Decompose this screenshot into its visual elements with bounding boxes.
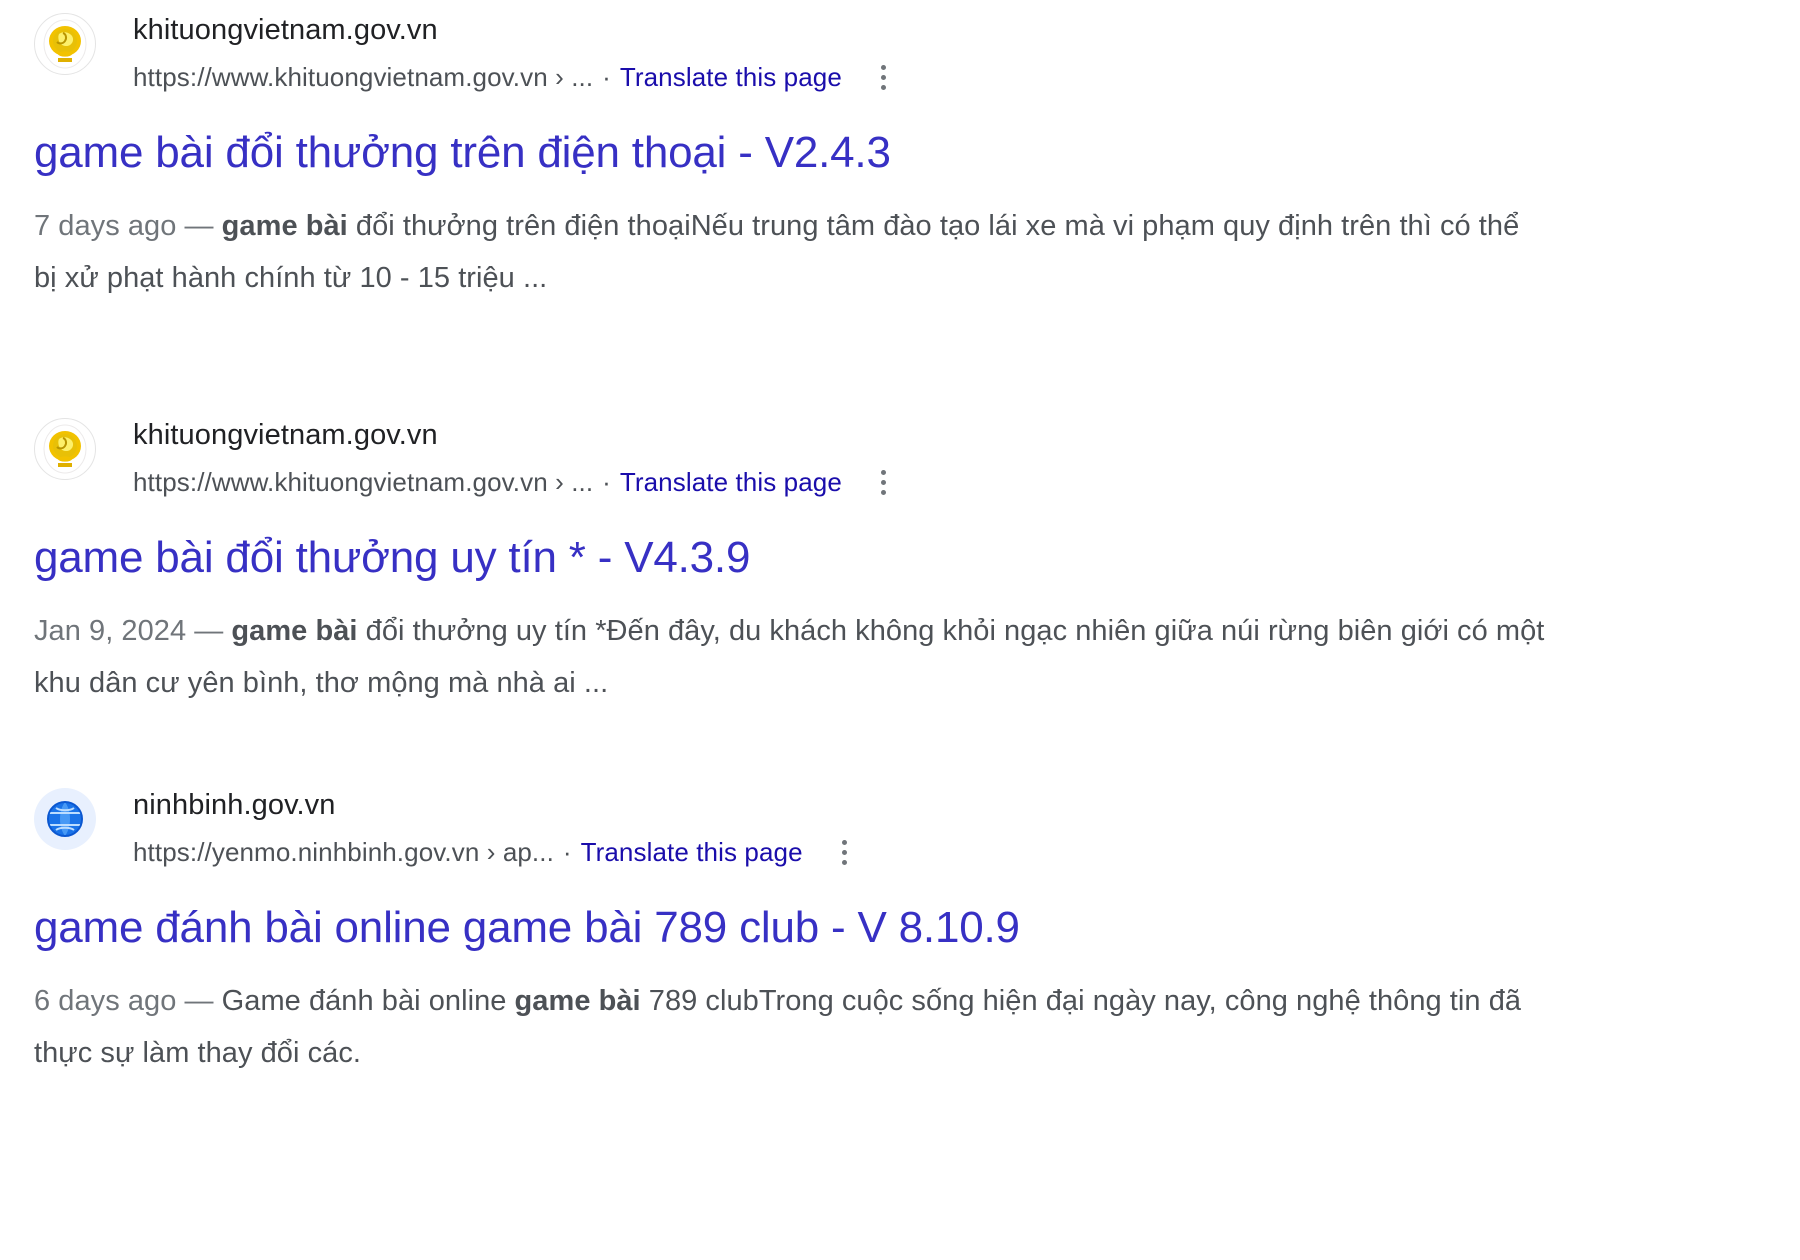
snippet-date: 7 days ago <box>34 210 177 242</box>
site-name: khituongvietnam.gov.vn <box>133 14 438 46</box>
search-result-item: khituongvietnam.gov.vn https://www.khitu… <box>0 10 1800 304</box>
snippet-date: Jan 9, 2024 <box>34 615 187 647</box>
site-name: khituongvietnam.gov.vn <box>133 419 438 451</box>
snippet-bold-term: game bài <box>221 210 348 242</box>
result-title-link[interactable]: game bài đổi thưởng uy tín * - V4.3.9 <box>0 529 1800 587</box>
result-url: https://www.khituongvietnam.gov.vn › ... <box>133 467 594 497</box>
snippet-bold-term: game bài <box>514 985 641 1017</box>
url-row: https://yenmo.ninhbinh.gov.vn › ap... · … <box>133 832 865 872</box>
kebab-menu-icon[interactable] <box>864 57 904 97</box>
translate-this-page-link[interactable]: Translate this page <box>620 465 842 499</box>
snippet-pre-text: Game đánh bài online <box>221 985 515 1017</box>
site-info: khituongvietnam.gov.vn https://www.khitu… <box>133 415 904 502</box>
globe-icon <box>34 788 96 850</box>
translate-this-page-link[interactable]: Translate this page <box>581 835 803 869</box>
result-header: khituongvietnam.gov.vn https://www.khitu… <box>0 415 1800 502</box>
url-separator: · <box>562 836 572 867</box>
result-url: https://www.khituongvietnam.gov.vn › ... <box>133 62 594 92</box>
result-snippet: 7 days ago — game bài đổi thưởng trên đi… <box>0 200 1800 304</box>
search-result-item: khituongvietnam.gov.vn https://www.khitu… <box>0 415 1800 709</box>
result-title-link[interactable]: game đánh bài online game bài 789 club -… <box>0 899 1800 957</box>
result-snippet: 6 days ago — Game đánh bài online game b… <box>0 975 1800 1079</box>
result-snippet: Jan 9, 2024 — game bài đổi thưởng uy tín… <box>0 605 1800 709</box>
site-name: ninhbinh.gov.vn <box>133 789 336 821</box>
url-row: https://www.khituongvietnam.gov.vn › ...… <box>133 57 904 97</box>
gold-emblem-icon <box>34 418 96 480</box>
result-title-link[interactable]: game bài đổi thưởng trên điện thoại - V2… <box>0 124 1800 182</box>
snippet-bold-term: game bài <box>231 615 358 647</box>
url-row: https://www.khituongvietnam.gov.vn › ...… <box>133 462 904 502</box>
site-info: ninhbinh.gov.vn https://yenmo.ninhbinh.g… <box>133 785 865 872</box>
translate-this-page-link[interactable]: Translate this page <box>620 60 842 94</box>
result-header: khituongvietnam.gov.vn https://www.khitu… <box>0 10 1800 97</box>
result-url: https://yenmo.ninhbinh.gov.vn › ap... <box>133 837 554 867</box>
kebab-menu-icon[interactable] <box>825 832 865 872</box>
site-info: khituongvietnam.gov.vn https://www.khitu… <box>133 10 904 97</box>
snippet-dash: — <box>184 210 214 242</box>
kebab-menu-icon[interactable] <box>864 462 904 502</box>
url-separator: · <box>602 466 611 497</box>
snippet-dash: — <box>184 985 214 1017</box>
snippet-dash: — <box>194 615 224 647</box>
url-separator: · <box>602 61 611 92</box>
search-result-item: ninhbinh.gov.vn https://yenmo.ninhbinh.g… <box>0 785 1800 1079</box>
snippet-date: 6 days ago <box>34 985 177 1017</box>
result-header: ninhbinh.gov.vn https://yenmo.ninhbinh.g… <box>0 785 1800 872</box>
gold-emblem-icon <box>34 13 96 75</box>
